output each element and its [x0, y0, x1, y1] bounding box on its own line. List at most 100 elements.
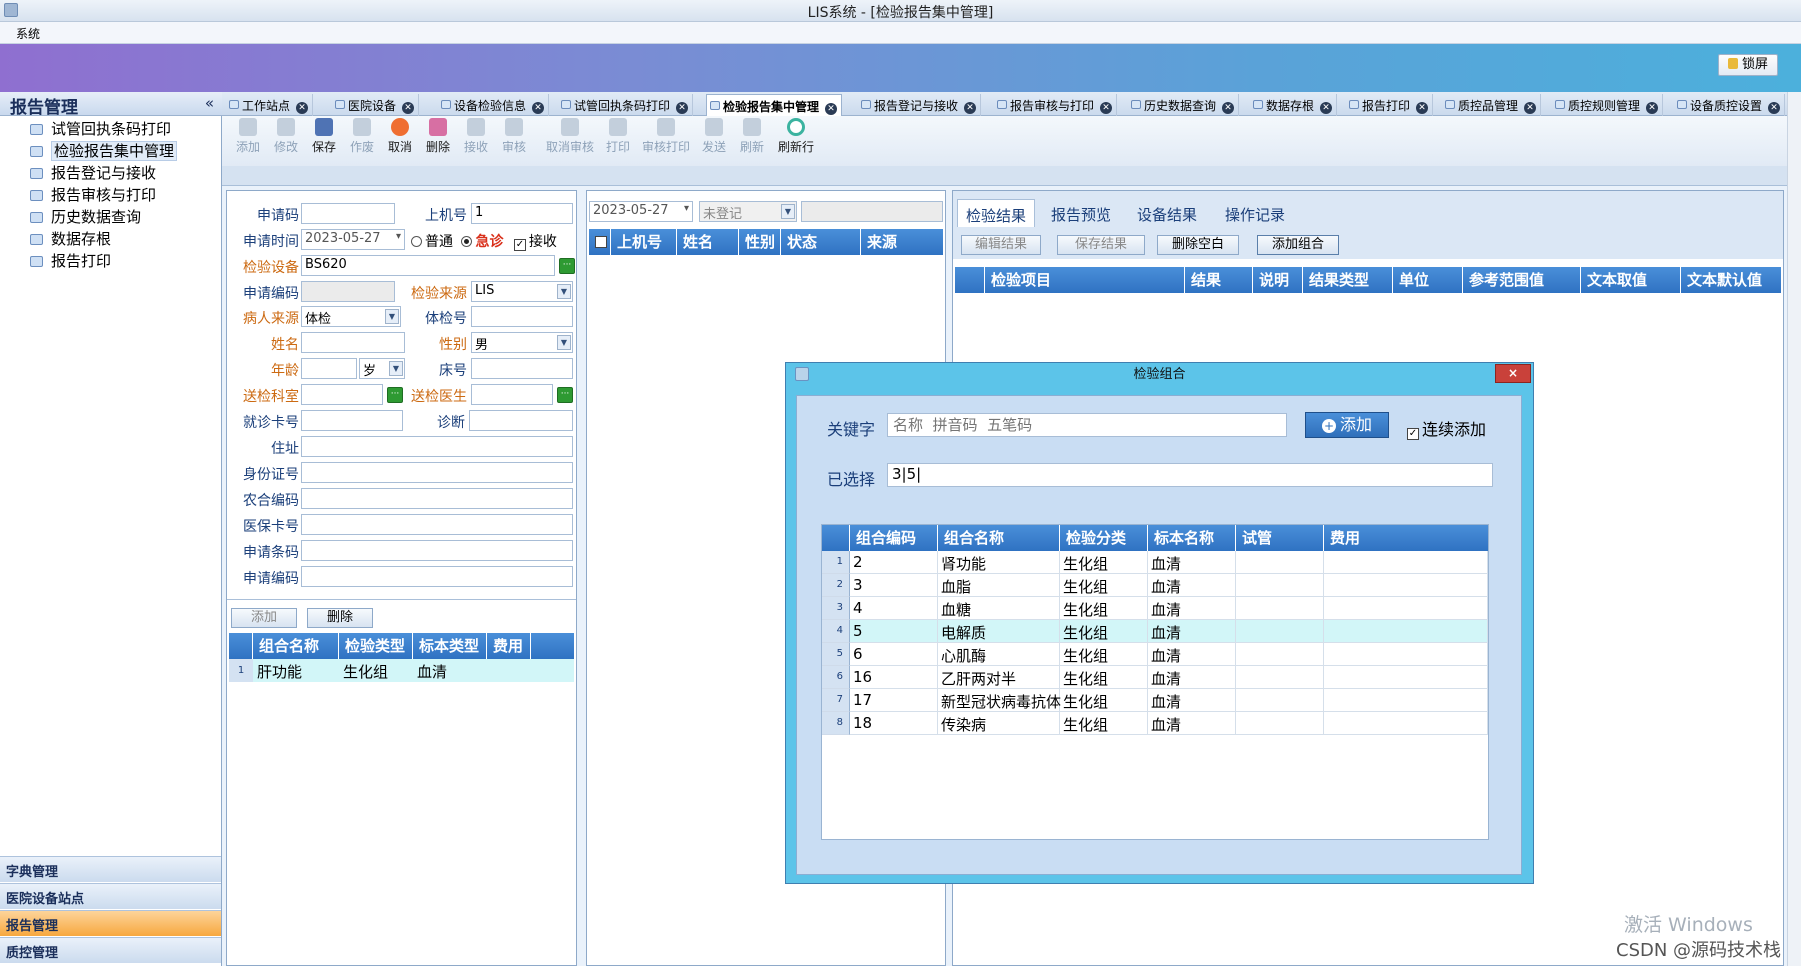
- status-filter[interactable]: 未登记 ▼: [699, 201, 797, 222]
- gender-select[interactable]: 男 ▼: [471, 332, 573, 353]
- close-icon[interactable]: ✕: [1646, 102, 1659, 114]
- search-input[interactable]: [801, 201, 943, 222]
- patient-source-select[interactable]: 体检 ▼: [301, 306, 401, 327]
- table-row[interactable]: 5 6 心肌酶 生化组 血清: [822, 643, 1488, 666]
- date-filter[interactable]: 2023-05-27 ▾: [589, 201, 693, 222]
- tab-report-print[interactable]: 报告打印 ✕: [1346, 94, 1434, 116]
- audit-print-button[interactable]: 审核打印: [640, 118, 692, 155]
- tab-qc-products[interactable]: 质控品管理 ✕: [1442, 94, 1542, 116]
- chevron-down-icon[interactable]: ▼: [781, 204, 795, 219]
- close-icon[interactable]: ✕: [676, 102, 689, 114]
- nav-item-history-query[interactable]: 历史数据查询: [30, 206, 141, 227]
- exam-no-input[interactable]: [471, 306, 573, 327]
- refresh-row-button[interactable]: 刷新行: [776, 118, 816, 155]
- tab-qc-rules[interactable]: 质控规则管理 ✕: [1552, 94, 1664, 116]
- close-icon[interactable]: ✕: [402, 102, 415, 114]
- receive-button[interactable]: 接收: [458, 118, 494, 155]
- table-row[interactable]: 4 5 电解质 生化组 血清: [822, 620, 1488, 643]
- apply-code2-input[interactable]: [301, 566, 573, 587]
- apply-time-input[interactable]: 2023-05-27 ▾: [301, 229, 405, 250]
- add-combo-button[interactable]: 添加: [231, 608, 297, 628]
- table-row[interactable]: 2 3 血脂 生化组 血清: [822, 574, 1488, 597]
- continuous-add-checkbox[interactable]: ✓: [1407, 428, 1419, 440]
- tab-operation-log[interactable]: 操作记录: [1217, 199, 1293, 227]
- tab-history-query[interactable]: 历史数据查询 ✕: [1128, 94, 1240, 116]
- edit-result-button[interactable]: 编辑结果: [961, 235, 1041, 255]
- barcode-input[interactable]: [301, 540, 573, 561]
- diagnosis-input[interactable]: [469, 410, 573, 431]
- nav-item-audit-print[interactable]: 报告审核与打印: [30, 184, 156, 205]
- close-icon[interactable]: ✕: [296, 102, 309, 114]
- menu-system[interactable]: 系统: [16, 25, 40, 42]
- close-icon[interactable]: ✕: [825, 103, 838, 115]
- audit-button[interactable]: 审核: [496, 118, 532, 155]
- tab-device-results[interactable]: 设备结果: [1129, 199, 1205, 227]
- nav-item-report-management[interactable]: 检验报告集中管理: [30, 140, 178, 161]
- void-button[interactable]: 作废: [344, 118, 380, 155]
- accordion-dictionary[interactable]: 字典管理: [0, 856, 221, 882]
- vertical-scrollbar[interactable]: [1787, 92, 1801, 966]
- nh-input[interactable]: [301, 488, 573, 509]
- dialog-close-button[interactable]: ×: [1495, 364, 1531, 383]
- normal-radio[interactable]: [411, 236, 422, 247]
- save-result-button[interactable]: 保存结果: [1057, 235, 1145, 255]
- accordion-hospital-devices[interactable]: 医院设备站点: [0, 883, 221, 909]
- chevron-down-icon[interactable]: ▾: [684, 203, 689, 214]
- age-input[interactable]: [301, 358, 357, 379]
- bed-input[interactable]: [471, 358, 573, 379]
- dialog-add-button[interactable]: + 添加: [1305, 412, 1389, 438]
- cancel-button[interactable]: 取消: [382, 118, 418, 155]
- delete-blank-button[interactable]: 删除空白: [1157, 235, 1239, 255]
- device-input[interactable]: BS620: [301, 255, 555, 276]
- receive-checkbox[interactable]: ✓: [513, 239, 526, 251]
- insurance-input[interactable]: [301, 514, 573, 535]
- tab-data-stub[interactable]: 数据存根 ✕: [1250, 94, 1338, 116]
- close-icon[interactable]: ✕: [1100, 102, 1113, 114]
- tab-report-management[interactable]: 检验报告集中管理 ✕: [706, 94, 843, 116]
- selected-input[interactable]: 3|5|: [887, 463, 1493, 487]
- select-all-checkbox[interactable]: [589, 229, 611, 255]
- collapse-icon[interactable]: «: [205, 94, 214, 112]
- tab-device-qc[interactable]: 设备质控设置 ✕: [1674, 94, 1786, 116]
- tab-audit-print[interactable]: 报告审核与打印 ✕: [994, 94, 1118, 116]
- close-icon[interactable]: ✕: [1222, 102, 1235, 114]
- address-input[interactable]: [301, 436, 573, 457]
- urgent-radio[interactable]: [461, 236, 473, 247]
- name-input[interactable]: [301, 332, 405, 353]
- close-icon[interactable]: ✕: [964, 102, 977, 114]
- save-button[interactable]: 保存: [306, 118, 342, 155]
- nav-item-report-print[interactable]: 报告打印: [30, 250, 111, 271]
- close-icon[interactable]: ✕: [1320, 102, 1333, 114]
- close-icon[interactable]: ✕: [1768, 102, 1781, 114]
- accordion-qc-management[interactable]: 质控管理: [0, 937, 221, 963]
- device-picker-icon[interactable]: ···: [559, 258, 575, 274]
- refresh-button[interactable]: 刷新: [734, 118, 770, 155]
- source-select[interactable]: LIS ▼: [471, 281, 573, 302]
- print-button[interactable]: 打印: [600, 118, 636, 155]
- table-row[interactable]: 7 17 新型冠状病毒抗体 生化组 血清: [822, 689, 1488, 712]
- edit-button[interactable]: 修改: [268, 118, 304, 155]
- table-row[interactable]: 8 18 传染病 生化组 血清: [822, 712, 1488, 735]
- table-row[interactable]: 1 2 肾功能 生化组 血清: [822, 551, 1488, 574]
- tab-workstation[interactable]: 工作站点 ✕: [226, 94, 314, 116]
- tab-register-receive[interactable]: 报告登记与接收 ✕: [858, 94, 982, 116]
- tab-device-exam-info[interactable]: 设备检验信息 ✕: [438, 94, 550, 116]
- tab-exam-results[interactable]: 检验结果: [957, 199, 1036, 227]
- accordion-report-management[interactable]: 报告管理: [0, 910, 221, 936]
- chevron-down-icon[interactable]: ▼: [557, 335, 571, 350]
- table-row[interactable]: 6 16 乙肝两对半 生化组 血清: [822, 666, 1488, 689]
- add-button[interactable]: 添加: [230, 118, 266, 155]
- delete-combo-button[interactable]: 删除: [307, 608, 373, 628]
- keyword-input[interactable]: [887, 413, 1287, 437]
- tab-hospital-devices[interactable]: 医院设备 ✕: [332, 94, 420, 116]
- apply-no-input[interactable]: [301, 281, 395, 302]
- nav-item-data-stub[interactable]: 数据存根: [30, 228, 111, 249]
- nav-item-tube-barcode[interactable]: 试管回执条码打印: [30, 118, 171, 139]
- chevron-down-icon[interactable]: ▾: [396, 231, 401, 242]
- close-icon[interactable]: ✕: [532, 102, 545, 114]
- add-combo-open-button[interactable]: 添加组合: [1257, 235, 1339, 255]
- close-icon[interactable]: ✕: [1524, 102, 1537, 114]
- tab-tube-barcode[interactable]: 试管回执条码打印 ✕: [558, 94, 694, 116]
- tab-report-preview[interactable]: 报告预览: [1043, 199, 1119, 227]
- nav-item-register-receive[interactable]: 报告登记与接收: [30, 162, 156, 183]
